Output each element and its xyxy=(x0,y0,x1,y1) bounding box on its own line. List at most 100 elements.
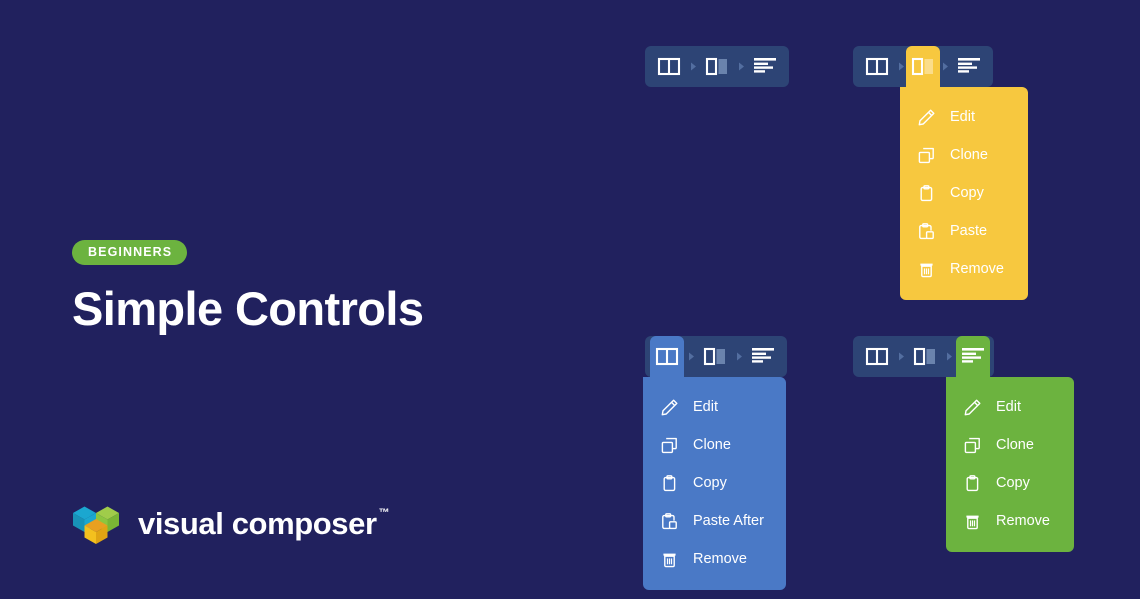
menu-item-label: Edit xyxy=(950,108,975,125)
menu-item-paste-after[interactable]: Paste After xyxy=(643,502,786,540)
brand-name-text: visual composer xyxy=(138,505,377,541)
toolbar-segment-row[interactable] xyxy=(650,336,684,377)
toolbar-segment-column[interactable] xyxy=(906,46,940,87)
column-icon xyxy=(703,347,725,366)
toolbar-segment-element[interactable] xyxy=(746,336,780,377)
toolbar-segment-row[interactable] xyxy=(652,46,686,87)
chevron-right-icon xyxy=(898,352,904,361)
widget-toolbar-column-open: Edit Clone Copy Paste Remove xyxy=(853,46,1028,300)
controls-toolbar xyxy=(853,46,993,87)
menu-item-label: Edit xyxy=(996,398,1021,415)
menu-item-label: Clone xyxy=(950,146,988,163)
menu-item-label: Remove xyxy=(693,550,747,567)
toolbar-segment-element[interactable] xyxy=(748,46,782,87)
menu-item-remove[interactable]: Remove xyxy=(643,540,786,578)
trash-icon xyxy=(657,547,681,571)
chevron-right-icon xyxy=(898,62,904,71)
context-menu-column: Edit Clone Copy Paste Remove xyxy=(900,87,1028,300)
pencil-icon xyxy=(960,395,984,419)
menu-item-label: Copy xyxy=(693,474,727,491)
menu-item-label: Clone xyxy=(996,436,1034,453)
toolbar-separator xyxy=(732,336,746,377)
column-icon xyxy=(913,347,935,366)
controls-toolbar xyxy=(645,46,789,87)
toolbar-segment-column[interactable] xyxy=(700,46,734,87)
element-icon xyxy=(961,348,984,363)
copy-icon xyxy=(657,471,681,495)
menu-item-edit[interactable]: Edit xyxy=(643,388,786,426)
menu-item-copy[interactable]: Copy xyxy=(946,464,1074,502)
widget-toolbar-row-open: Edit Clone Copy Paste After Remove xyxy=(643,336,787,590)
menu-item-edit[interactable]: Edit xyxy=(900,98,1028,136)
toolbar-separator xyxy=(894,336,908,377)
toolbar-segment-row[interactable] xyxy=(860,336,894,377)
menu-item-clone[interactable]: Clone xyxy=(946,426,1074,464)
menu-item-label: Paste After xyxy=(693,512,764,529)
clone-icon xyxy=(657,433,681,457)
menu-item-copy[interactable]: Copy xyxy=(643,464,786,502)
chevron-right-icon xyxy=(738,62,744,71)
trash-icon xyxy=(914,257,938,281)
menu-item-clone[interactable]: Clone xyxy=(643,426,786,464)
chevron-right-icon xyxy=(736,352,742,361)
clone-icon xyxy=(914,143,938,167)
menu-item-label: Copy xyxy=(950,184,984,201)
row-icon xyxy=(657,57,681,76)
toolbar-separator xyxy=(686,46,700,87)
column-icon xyxy=(705,57,727,76)
toolbar-segment-row[interactable] xyxy=(860,46,894,87)
menu-item-label: Copy xyxy=(996,474,1030,491)
toolbar-separator xyxy=(684,336,698,377)
toolbar-separator xyxy=(734,46,748,87)
menu-item-label: Edit xyxy=(693,398,718,415)
slide-canvas: BEGINNERS Simple Controls visual compose… xyxy=(0,0,1140,599)
element-icon xyxy=(751,348,774,363)
widget-toolbar-default xyxy=(645,46,789,87)
menu-item-remove[interactable]: Remove xyxy=(900,250,1028,288)
brand-logo: visual composer ™ xyxy=(72,503,390,544)
pencil-icon xyxy=(914,105,938,129)
menu-item-edit[interactable]: Edit xyxy=(946,388,1074,426)
menu-item-label: Clone xyxy=(693,436,731,453)
menu-item-label: Remove xyxy=(996,512,1050,529)
toolbar-separator xyxy=(938,46,952,87)
hero-block: BEGINNERS Simple Controls xyxy=(72,240,424,335)
trash-icon xyxy=(960,509,984,533)
chevron-right-icon xyxy=(946,352,952,361)
chevron-right-icon xyxy=(690,62,696,71)
row-icon xyxy=(865,347,889,366)
element-icon xyxy=(753,58,776,73)
row-icon xyxy=(655,347,679,366)
menu-item-paste[interactable]: Paste xyxy=(900,212,1028,250)
widget-toolbar-element-open: Edit Clone Copy Remove xyxy=(853,336,1074,552)
clone-icon xyxy=(960,433,984,457)
element-icon xyxy=(957,58,980,73)
visual-composer-cube-icon xyxy=(72,503,121,544)
paste-icon xyxy=(914,219,938,243)
trademark-mark: ™ xyxy=(378,507,390,520)
level-badge: BEGINNERS xyxy=(72,240,188,265)
copy-icon xyxy=(960,471,984,495)
menu-item-copy[interactable]: Copy xyxy=(900,174,1028,212)
controls-toolbar xyxy=(645,336,787,377)
column-icon xyxy=(911,57,933,76)
menu-item-label: Remove xyxy=(950,260,1004,277)
toolbar-segment-element[interactable] xyxy=(952,46,986,87)
paste-icon xyxy=(657,509,681,533)
toolbar-segment-column[interactable] xyxy=(908,336,942,377)
menu-item-remove[interactable]: Remove xyxy=(946,502,1074,540)
chevron-right-icon xyxy=(942,62,948,71)
menu-item-label: Paste xyxy=(950,222,988,239)
pencil-icon xyxy=(657,395,681,419)
toolbar-segment-column[interactable] xyxy=(698,336,732,377)
context-menu-element: Edit Clone Copy Remove xyxy=(946,377,1074,552)
context-menu-row: Edit Clone Copy Paste After Remove xyxy=(643,377,786,590)
page-title: Simple Controls xyxy=(72,281,424,335)
menu-item-clone[interactable]: Clone xyxy=(900,136,1028,174)
row-icon xyxy=(865,57,889,76)
controls-toolbar xyxy=(853,336,994,377)
toolbar-separator xyxy=(942,336,956,377)
chevron-right-icon xyxy=(688,352,694,361)
toolbar-segment-element[interactable] xyxy=(956,336,990,377)
brand-name: visual composer ™ xyxy=(138,505,390,542)
